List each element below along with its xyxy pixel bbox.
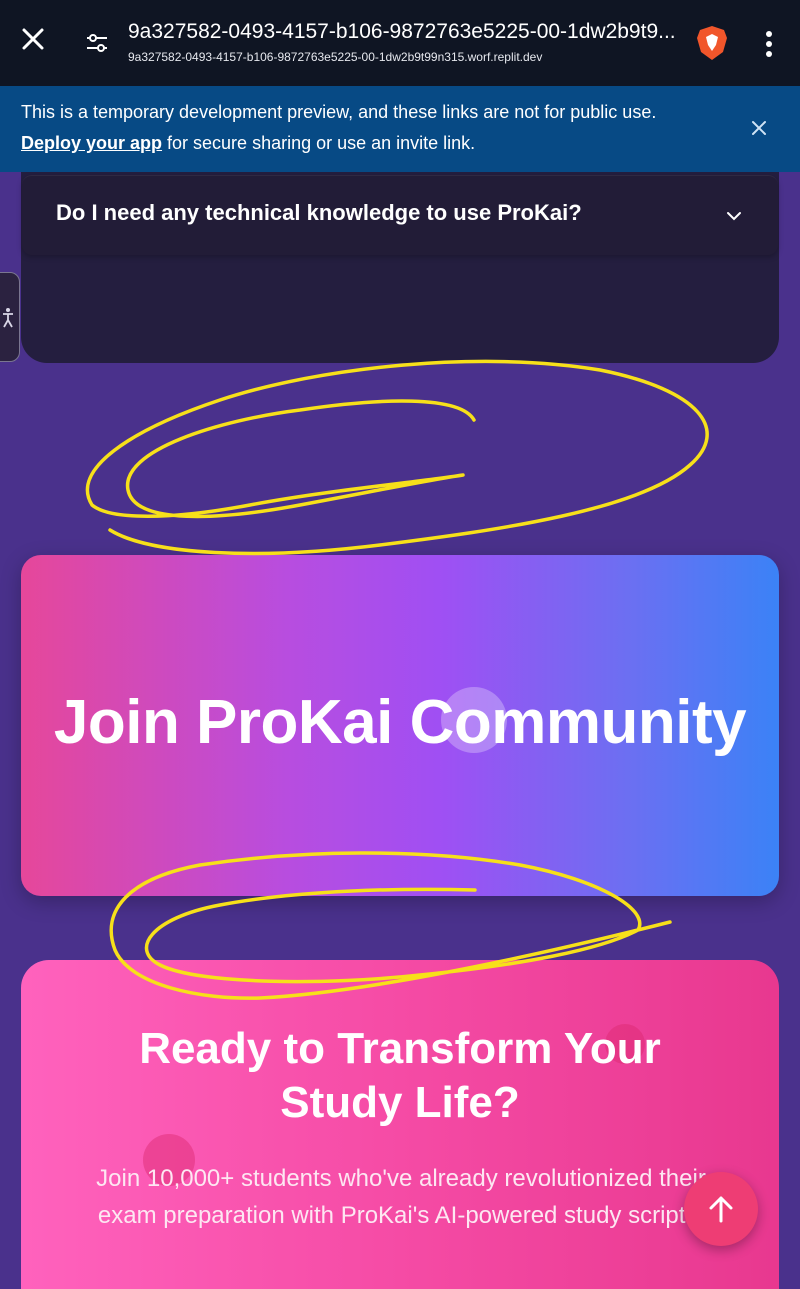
banner-line-2: Deploy your app for secure sharing or us… (21, 128, 730, 159)
scribble-1 (85, 359, 709, 556)
cta-heading: Ready to Transform Your Study Life? (21, 1022, 779, 1130)
accessibility-button[interactable] (0, 272, 20, 362)
dev-preview-banner: This is a temporary development preview,… (0, 86, 800, 172)
cta-heading-line-2: Study Life? (280, 1078, 520, 1127)
faq-item[interactable]: Do I need any technical knowledge to use… (22, 175, 778, 255)
chevron-down-icon[interactable] (724, 206, 744, 226)
community-heading: Join ProKai Community (53, 688, 747, 757)
cta-card: Ready to Transform Your Study Life? Join … (21, 960, 779, 1289)
more-vertical-icon[interactable] (758, 30, 780, 58)
banner-suffix: for secure sharing or use an invite link… (162, 133, 476, 153)
faq-question[interactable]: Do I need any technical knowledge to use… (56, 200, 582, 226)
page-url[interactable]: 9a327582-0493-4157-b106-9872763e5225-00-… (128, 50, 688, 64)
browser-toolbar: 9a327582-0493-4157-b106-9872763e5225-00-… (0, 0, 800, 86)
tune-icon[interactable] (84, 30, 110, 56)
brave-icon[interactable] (696, 25, 728, 61)
community-card[interactable]: Join ProKai Community (21, 555, 779, 896)
banner-message: This is a temporary development preview,… (21, 102, 657, 122)
arrow-up-icon (709, 1196, 733, 1223)
page-title[interactable]: 9a327582-0493-4157-b106-9872763e5225-00-… (128, 20, 688, 44)
close-icon[interactable] (750, 119, 768, 137)
accessibility-icon (3, 308, 13, 328)
deploy-app-link[interactable]: Deploy your app (21, 133, 162, 153)
cta-description: Join 10,000+ students who've already rev… (96, 1165, 706, 1229)
scroll-to-top-button[interactable] (684, 1172, 758, 1246)
close-icon[interactable] (18, 24, 48, 54)
cta-heading-line-1: Ready to Transform Your (139, 1024, 661, 1073)
